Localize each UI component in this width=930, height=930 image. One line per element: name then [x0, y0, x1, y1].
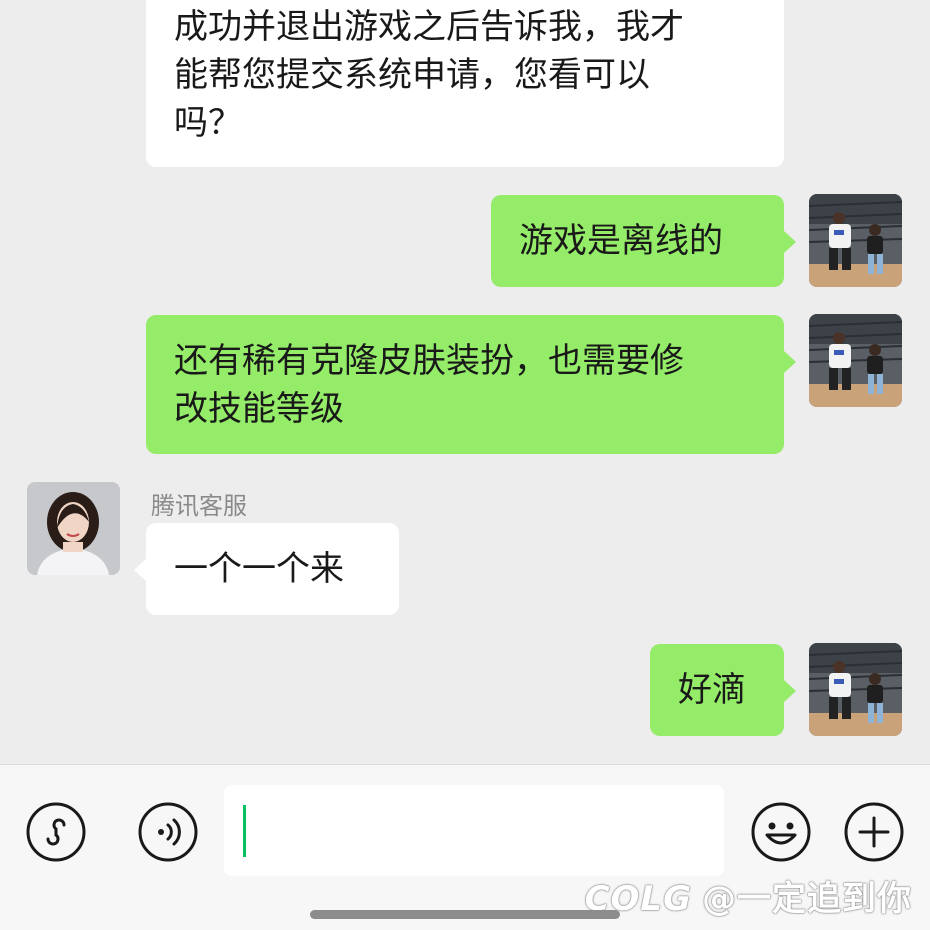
- text-caret: [243, 805, 246, 857]
- bubble-tail: [784, 351, 796, 373]
- message-text: 成功并退出游戏之后告诉我，我才 能帮您提交系统申请，您看可以 吗？: [174, 7, 684, 143]
- voice-icon[interactable]: [137, 801, 199, 863]
- message-text: 还有稀有克隆皮肤装扮，也需要修 改技能等级: [174, 340, 684, 429]
- message-bubble-outgoing[interactable]: 游戏是离线的: [491, 195, 784, 287]
- my-avatar[interactable]: [809, 314, 902, 407]
- my-avatar[interactable]: [809, 643, 902, 736]
- message-bubble-incoming[interactable]: 成功并退出游戏之后告诉我，我才 能帮您提交系统申请，您看可以 吗？: [146, 0, 784, 167]
- bubble-tail: [134, 559, 146, 581]
- plus-icon[interactable]: [843, 801, 905, 863]
- message-bubble-incoming[interactable]: 一个一个来: [146, 523, 399, 615]
- sender-name: 腾讯客服: [151, 492, 247, 520]
- emoji-icon[interactable]: [750, 801, 812, 863]
- bubble-tail: [784, 680, 796, 702]
- message-input[interactable]: [224, 785, 724, 876]
- message-bubble-outgoing[interactable]: 还有稀有克隆皮肤装扮，也需要修 改技能等级: [146, 315, 784, 454]
- message-bubble-outgoing[interactable]: 好滴: [650, 644, 784, 736]
- watermark-text: @一定追到你: [702, 879, 912, 919]
- home-indicator[interactable]: [310, 910, 620, 919]
- watermark: COLG @一定追到你: [585, 871, 912, 920]
- bubble-tail: [784, 231, 796, 253]
- message-text: 游戏是离线的: [519, 221, 723, 261]
- link-loop-icon[interactable]: [25, 801, 87, 863]
- my-avatar[interactable]: [809, 194, 902, 287]
- message-text: 一个一个来: [174, 549, 344, 589]
- input-toolbar: COLG @一定追到你: [0, 764, 930, 930]
- message-text: 好滴: [678, 670, 746, 710]
- contact-avatar[interactable]: [27, 482, 120, 575]
